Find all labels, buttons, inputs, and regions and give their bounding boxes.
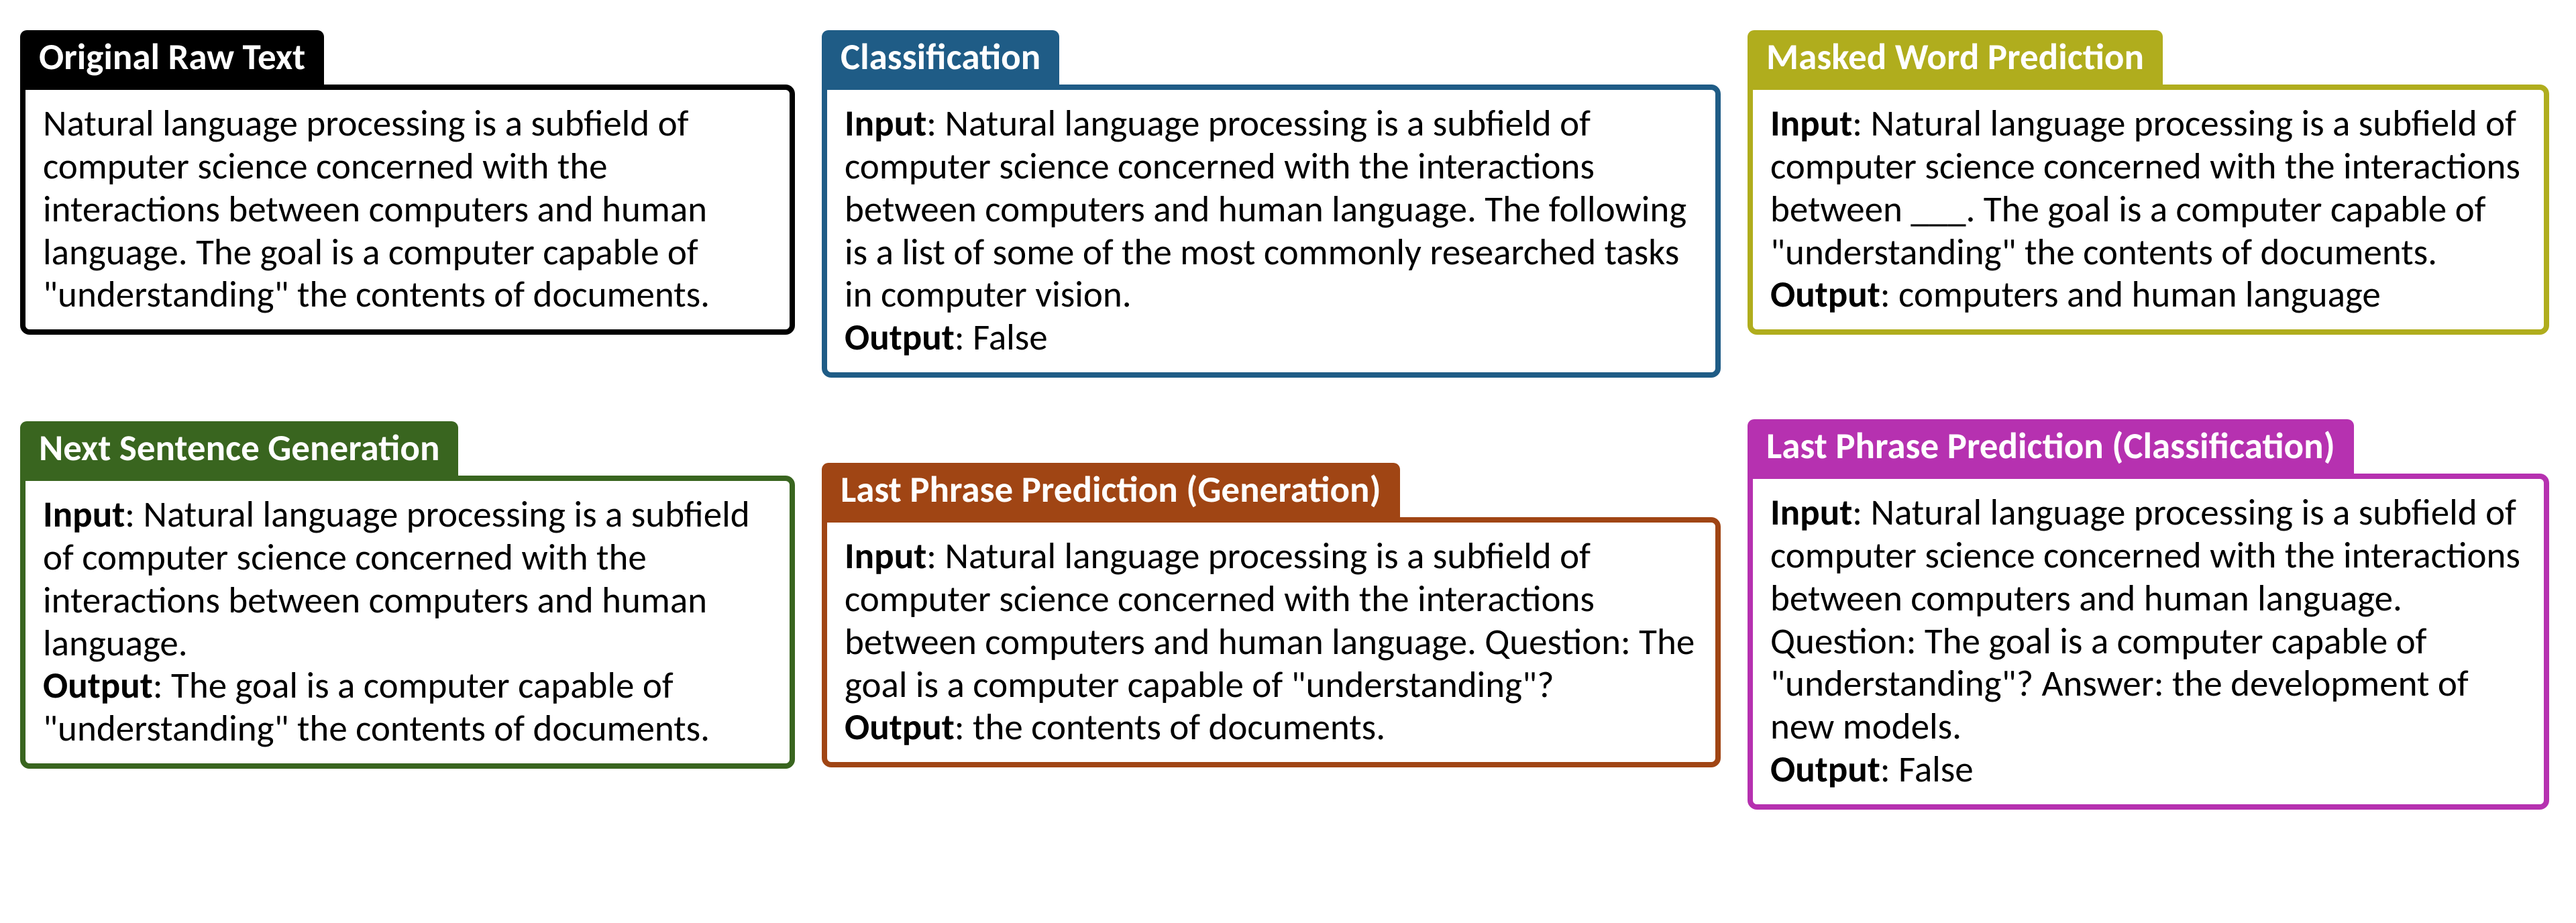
label-output: Output — [845, 704, 955, 749]
label-input: Input — [1770, 101, 1852, 146]
colon: : — [125, 492, 143, 537]
output-masked: computers and human language — [1898, 272, 2381, 317]
input-masked: Natural language processing is a subfiel… — [1770, 101, 2520, 274]
card-masked-word-prediction: Masked Word Prediction Input: Natural la… — [1748, 30, 2549, 335]
label-output: Output — [1770, 272, 1880, 317]
colon: : — [1852, 490, 1870, 535]
label-input: Input — [845, 101, 926, 146]
colon: : — [1880, 272, 1898, 317]
input-last-class: Natural language processing is a subfiel… — [1770, 490, 2520, 749]
tab-next-sentence-generation: Next Sentence Generation — [20, 421, 458, 476]
body-original-raw-text: Natural language processing is a subfiel… — [20, 85, 795, 335]
card-classification: Classification Input: Natural language p… — [822, 30, 1721, 378]
label-output: Output — [43, 663, 153, 708]
body-last-phrase-classification: Input: Natural language processing is a … — [1748, 474, 2549, 810]
colon: : — [926, 533, 945, 578]
body-classification: Input: Natural language processing is a … — [822, 85, 1721, 378]
body-masked-word-prediction: Input: Natural language processing is a … — [1748, 85, 2549, 335]
colon: : — [1880, 747, 1898, 792]
card-original-raw-text: Original Raw Text Natural language proce… — [20, 30, 795, 335]
label-output: Output — [845, 315, 955, 360]
input-last-gen: Natural language processing is a subfiel… — [845, 533, 1695, 706]
tab-last-phrase-generation: Last Phrase Prediction (Generation) — [822, 463, 1400, 517]
colon: : — [926, 101, 945, 146]
output-last-class: False — [1898, 747, 1974, 792]
tab-original-raw-text: Original Raw Text — [20, 30, 324, 85]
card-last-phrase-classification: Last Phrase Prediction (Classification) … — [1748, 419, 2549, 810]
label-input: Input — [1770, 490, 1852, 535]
output-last-gen: the contents of documents. — [973, 704, 1385, 749]
body-next-sentence-generation: Input: Natural language processing is a … — [20, 476, 795, 769]
label-input: Input — [845, 533, 926, 578]
input-next-sentence: Natural language processing is a subfiel… — [43, 492, 750, 665]
body-last-phrase-generation: Input: Natural language processing is a … — [822, 517, 1721, 767]
colon: : — [955, 704, 973, 749]
colon: : — [955, 315, 973, 360]
output-classification: False — [973, 315, 1048, 360]
tab-classification: Classification — [822, 30, 1059, 85]
card-last-phrase-generation: Last Phrase Prediction (Generation) Inpu… — [822, 463, 1721, 767]
input-classification: Natural language processing is a subfiel… — [845, 101, 1686, 317]
card-next-sentence-generation: Next Sentence Generation Input: Natural … — [20, 421, 795, 769]
text-original-raw: Natural language processing is a subfiel… — [43, 101, 710, 317]
colon: : — [153, 663, 171, 708]
label-input: Input — [43, 492, 125, 537]
tab-last-phrase-classification: Last Phrase Prediction (Classification) — [1748, 419, 2354, 474]
label-output: Output — [1770, 747, 1880, 792]
colon: : — [1852, 101, 1870, 146]
tab-masked-word-prediction: Masked Word Prediction — [1748, 30, 2163, 85]
